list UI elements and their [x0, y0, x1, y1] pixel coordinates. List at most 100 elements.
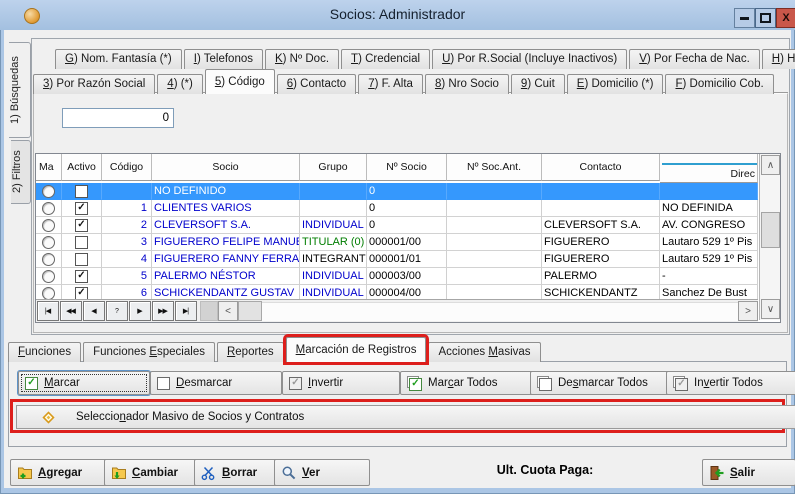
row-marca-radio[interactable]: [42, 236, 55, 249]
nav-last-button[interactable]: ▶|: [175, 301, 197, 321]
marcar-todos-button[interactable]: ✓Marcar Todos: [400, 371, 536, 395]
nav-rewind-button[interactable]: ◀◀: [60, 301, 82, 321]
scroll-right-icon[interactable]: >: [738, 301, 758, 321]
column-header-label: Ma: [39, 161, 54, 173]
titlebar[interactable]: Socios: Administrador X: [0, 0, 795, 30]
row-activo-checkbox[interactable]: [75, 236, 88, 249]
row-marca-radio[interactable]: [42, 253, 55, 266]
tab-5-c-digo[interactable]: 5) Código: [205, 69, 275, 94]
tab-f-domicilio-cob[interactable]: F) Domicilio Cob.: [665, 74, 773, 94]
tab-9-cuit[interactable]: 9) Cuit: [511, 74, 565, 94]
tab-marcaci-n-de-registros[interactable]: Marcación de Registros: [286, 337, 427, 362]
cell-activo: ✓: [62, 217, 102, 234]
tab-4[interactable]: 4) (*): [157, 74, 203, 94]
row-activo-checkbox[interactable]: ✓: [75, 287, 88, 300]
horizontal-scroll-track[interactable]: [262, 302, 738, 321]
ver-button[interactable]: Ver: [274, 459, 370, 486]
nav-forward-button[interactable]: ▶▶: [152, 301, 174, 321]
column-header-c-digo[interactable]: Código: [102, 154, 152, 181]
restore-button[interactable]: [755, 8, 776, 28]
grid-row-cleversoft-s-a[interactable]: ✓2CLEVERSOFT S.A.INDIVIDUAL0CLEVERSOFT S…: [36, 217, 780, 234]
column-header-n-socio[interactable]: Nº Socio: [367, 154, 447, 181]
column-header-ma[interactable]: Ma: [36, 154, 62, 181]
button-label: Salir: [730, 467, 755, 479]
row-activo-checkbox[interactable]: ✓: [75, 202, 88, 215]
tab-3-por-raz-n-social[interactable]: 3) Por Razón Social: [33, 74, 155, 94]
cell-activo: [62, 251, 102, 268]
grid-row-figuerero-fanny-ferra[interactable]: 4FIGUERERO FANNY FERRAINTEGRANT000001/01…: [36, 251, 780, 268]
nav-search-button[interactable]: ?: [106, 301, 128, 321]
column-header-grupo[interactable]: Grupo: [300, 154, 367, 181]
cell-codigo: 3: [102, 234, 152, 251]
cell-codigo: 4: [102, 251, 152, 268]
salir-button[interactable]: Salir: [702, 459, 795, 486]
row-activo-checkbox[interactable]: ✓: [75, 270, 88, 283]
code-search-input[interactable]: [62, 108, 174, 128]
grid-row-clientes-varios[interactable]: ✓1CLIENTES VARIOS0NO DEFINIDA: [36, 200, 780, 217]
cell-grupo: INTEGRANT: [300, 251, 367, 268]
desmarcar-todos-button[interactable]: Desmarcar Todos: [530, 371, 672, 395]
borrar-button[interactable]: Borrar: [194, 459, 280, 486]
tab-k-n-doc[interactable]: K) Nº Doc.: [265, 49, 339, 69]
column-header-direc[interactable]: Direc: [660, 154, 758, 183]
row-marca-radio[interactable]: [42, 219, 55, 232]
invertir-button[interactable]: ✓Invertir: [282, 371, 400, 395]
row-marca-radio[interactable]: [42, 185, 55, 198]
tab-7-f-alta[interactable]: 7) F. Alta: [358, 74, 423, 94]
row-activo-checkbox[interactable]: [75, 253, 88, 266]
invertir-todos-button[interactable]: ✓Invertir Todos: [666, 371, 795, 395]
socios-grid: Ma ActivoCódigoSocioGrupoNº SocioNº Soc.A…: [35, 153, 781, 323]
cell-codigo: 1: [102, 200, 152, 217]
column-header-contacto[interactable]: Contacto: [542, 154, 660, 181]
column-header-socio[interactable]: Socio: [152, 154, 300, 181]
grid-row-palermo-n-stor[interactable]: ✓5PALERMO NÉSTORINDIVIDUAL000003/00PALER…: [36, 268, 780, 285]
tab-funciones[interactable]: Funciones: [8, 342, 81, 362]
minimize-button[interactable]: [734, 8, 755, 28]
cell-nro-soc-ant: [447, 234, 542, 251]
sidetab-busquedas[interactable]: 1) Búsquedas: [9, 42, 31, 138]
nav-prior-button[interactable]: ◀: [83, 301, 105, 321]
row-activo-checkbox[interactable]: [75, 185, 88, 198]
grid-row-figuerero-felipe-manue[interactable]: 3FIGUERERO FELIPE MANUETITULAR (0)000001…: [36, 234, 780, 251]
horizontal-scroll-thumb[interactable]: [238, 301, 262, 321]
tab-g-nom-fantas-a[interactable]: G) Nom. Fantasía (*): [55, 49, 182, 69]
tab-6-contacto[interactable]: 6) Contacto: [277, 74, 356, 94]
selector-highlight-box: Seleccionador Masivo de Socios y Contrat…: [10, 399, 785, 433]
tab-8-nro-socio[interactable]: 8) Nro Socio: [425, 74, 509, 94]
tab-funciones-especiales[interactable]: Funciones Especiales: [83, 342, 215, 362]
row-marca-radio[interactable]: [42, 202, 55, 215]
scroll-left-icon[interactable]: <: [218, 301, 238, 321]
column-resize-line: [662, 163, 757, 165]
button-label: Desmarcar: [176, 377, 232, 389]
cell-nro-socio: 000003/00: [367, 268, 447, 285]
row-activo-checkbox[interactable]: ✓: [75, 219, 88, 232]
cambiar-button[interactable]: Cambiar: [104, 459, 200, 486]
tab-u-por-r-social-incluye-inactivos[interactable]: U) Por R.Social (Incluye Inactivos): [432, 49, 627, 69]
cell-socio: CLEVERSOFT S.A.: [152, 217, 300, 234]
row-marca-radio[interactable]: [42, 270, 55, 283]
nav-first-button[interactable]: |◀: [37, 301, 59, 321]
column-header-n-soc-ant[interactable]: Nº Soc.Ant.: [447, 154, 542, 181]
marcar-button[interactable]: ✓Marcar: [18, 371, 150, 395]
cell-marca: [36, 251, 62, 268]
row-marca-radio[interactable]: [42, 287, 55, 300]
grid-row-no-definido[interactable]: NO DEFINIDO0: [36, 183, 780, 200]
scroll-up-icon[interactable]: ∧: [761, 155, 780, 175]
column-header-activo[interactable]: Activo: [62, 154, 102, 181]
seleccionador-masivo-button[interactable]: Seleccionador Masivo de Socios y Contrat…: [16, 405, 795, 429]
desmarcar-button[interactable]: Desmarcar: [150, 371, 282, 395]
tab-h-huella-dactilar[interactable]: H) Huella Dactilar: [762, 49, 795, 69]
sidetab-filtros[interactable]: 2) Filtros: [11, 140, 31, 204]
tab-e-domicilio[interactable]: E) Domicilio (*): [567, 74, 664, 94]
tab-i-telefonos[interactable]: I) Telefonos: [184, 49, 263, 69]
tab-reportes[interactable]: Reportes: [217, 342, 284, 362]
tab-t-credencial[interactable]: T) Credencial: [341, 49, 430, 69]
tab-acciones-masivas[interactable]: Acciones Masivas: [428, 342, 540, 362]
close-button[interactable]: X: [776, 8, 795, 28]
tab-v-por-fecha-de-nac[interactable]: V) Por Fecha de Nac.: [629, 49, 760, 69]
agregar-button[interactable]: Agregar: [10, 459, 112, 486]
nav-next-button[interactable]: ▶: [129, 301, 151, 321]
vertical-scroll-thumb[interactable]: [761, 212, 780, 248]
scroll-down-icon[interactable]: ∨: [761, 299, 780, 319]
vertical-scrollbar[interactable]: ∧ ∨: [759, 154, 780, 320]
